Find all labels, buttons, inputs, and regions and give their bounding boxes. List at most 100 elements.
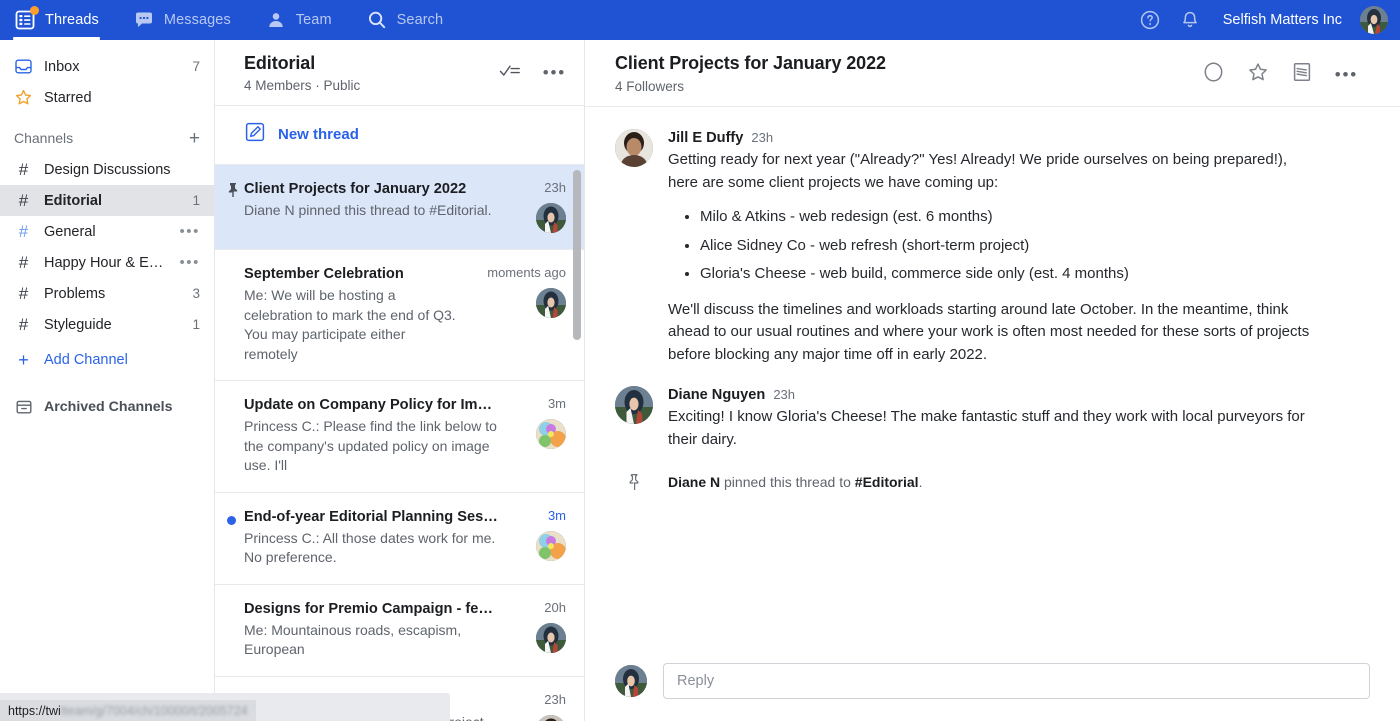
sidebar-item-inbox[interactable]: Inbox 7 — [0, 51, 214, 82]
message-time: 23h — [751, 130, 773, 145]
list-item: Milo & Atkins - web redesign (est. 6 mon… — [700, 206, 1370, 229]
thread-item-avatar — [536, 715, 566, 721]
add-channel-label: Add Channel — [44, 352, 200, 368]
thread-list-title-block: Editorial 4 Members · Public — [244, 53, 499, 93]
hash-icon: # — [14, 192, 33, 209]
threads-unread-badge — [30, 6, 39, 15]
sidebar-item-happy-hour-events[interactable]: # Happy Hour & Events ••• — [0, 247, 214, 278]
page-title: Client Projects for January 2022 — [615, 53, 1203, 74]
more-options-icon[interactable]: ••• — [543, 68, 566, 78]
sidebar-channel-label: Styleguide — [44, 317, 181, 333]
star-icon — [14, 88, 33, 107]
system-event-row: Diane N pinned this thread to #Editorial… — [615, 473, 1370, 491]
list-item: Alice Sidney Co - web refresh (short-ter… — [700, 235, 1370, 258]
team-icon — [265, 9, 287, 31]
sidebar-item-inbox-label: Inbox — [44, 59, 181, 75]
thread-detail-panel: Client Projects for January 2022 4 Follo… — [585, 40, 1400, 721]
app-root: Threads Messages — [0, 0, 1400, 721]
inbox-icon — [14, 57, 33, 76]
thread-list-scroll-area: Client Projects for January 2022 Diane N… — [215, 165, 584, 721]
thread-list-item[interactable]: September Celebration Me: We will be hos… — [215, 250, 584, 381]
sidebar-item-editorial[interactable]: # Editorial 1 — [0, 185, 214, 216]
message-author: Jill E Duffy — [668, 130, 743, 146]
thread-item-avatar — [536, 419, 566, 449]
sidebar-item-starred[interactable]: Starred — [0, 82, 214, 113]
new-thread-button[interactable]: New thread — [215, 106, 584, 165]
nav-tab-team[interactable]: Team — [265, 0, 332, 40]
pin-icon — [615, 473, 653, 491]
more-options-icon[interactable]: ••• — [1335, 70, 1358, 80]
thread-item-main: Client Projects for January 2022 Diane N… — [244, 180, 508, 233]
top-bar-right: Selfish Matters Inc — [1139, 6, 1400, 34]
search-icon — [366, 9, 388, 31]
help-circle-icon[interactable] — [1139, 9, 1161, 31]
sidebar-item-problems[interactable]: # Problems 3 — [0, 278, 214, 309]
message-paragraph: Exciting! I know Gloria's Cheese! The ma… — [668, 406, 1316, 451]
thread-item-time: 23h — [544, 180, 566, 195]
top-nav-items: Threads Messages — [0, 0, 477, 40]
thread-item-time: 3m — [548, 508, 566, 523]
thread-item-right: 23h — [508, 180, 566, 233]
system-event-actor: Diane N — [668, 474, 720, 490]
message-avatar — [615, 129, 653, 167]
organization-name: Selfish Matters Inc — [1223, 12, 1342, 28]
thread-item-right: 3m — [508, 396, 566, 476]
sidebar-item-archived-channels[interactable]: Archived Channels — [0, 391, 214, 422]
thread-item-avatar — [536, 623, 566, 653]
thread-item-preview: Me: Mountainous roads, escapism, Europea… — [244, 621, 498, 660]
thread-item-right: 23h — [508, 692, 566, 721]
thread-item-main: September Celebration Me: We will be hos… — [244, 265, 468, 364]
thread-list-item[interactable]: End-of-year Editorial Planning Session -… — [215, 493, 584, 585]
mark-all-read-icon[interactable] — [499, 61, 521, 84]
thread-item-avatar — [536, 531, 566, 561]
message-author: Diane Nguyen — [668, 387, 765, 403]
sidebar-item-styleguide[interactable]: # Styleguide 1 — [0, 309, 214, 340]
nav-tab-threads[interactable]: Threads — [14, 0, 99, 40]
status-bar-url: https://twitteam/g/7004/ch/10000/t/20057… — [0, 700, 256, 721]
message-avatar — [615, 386, 653, 424]
bell-icon[interactable] — [1179, 9, 1201, 31]
thread-detail-header: Client Projects for January 2022 4 Follo… — [585, 40, 1400, 107]
reply-input-wrapper[interactable] — [663, 663, 1370, 699]
sidebar-channel-count: 3 — [192, 286, 200, 301]
channel-meta: 4 Members · Public — [244, 78, 499, 93]
sidebar-channel-count: 1 — [192, 193, 200, 208]
message-paragraph: We'll discuss the timelines and workload… — [668, 299, 1316, 367]
sidebar-channel-label: Happy Hour & Events — [44, 255, 168, 271]
thread-list-item[interactable]: Update on Company Policy for Image Use P… — [215, 381, 584, 493]
thread-messages: Jill E Duffy 23h Getting ready for next … — [585, 107, 1400, 649]
thread-item-title: End-of-year Editorial Planning Session -… — [244, 508, 498, 527]
reply-input[interactable] — [677, 673, 1356, 689]
thread-item-time: moments ago — [487, 265, 566, 280]
add-channel-button[interactable]: + Add Channel — [0, 344, 214, 375]
hash-icon: # — [14, 254, 33, 271]
nav-tab-search[interactable]: Search — [366, 0, 444, 40]
avatar[interactable] — [1360, 6, 1388, 34]
sidebar-channel-label: Problems — [44, 286, 181, 302]
message-header: Jill E Duffy 23h — [668, 130, 1370, 146]
thread-item-title: September Celebration — [244, 265, 458, 284]
thread-detail-title-block: Client Projects for January 2022 4 Follo… — [615, 53, 1203, 94]
thread-item-main: End-of-year Editorial Planning Session -… — [244, 508, 508, 568]
sidebar-item-design-discussions[interactable]: # Design Discussions — [0, 154, 214, 185]
compose-icon — [244, 121, 266, 148]
add-channel-plus-icon[interactable]: + — [189, 129, 200, 148]
thread-list-header: Editorial 4 Members · Public ••• — [215, 40, 584, 106]
channel-options-icon[interactable]: ••• — [179, 228, 200, 236]
archive-icon[interactable] — [1292, 61, 1312, 88]
archived-channels-label: Archived Channels — [44, 399, 200, 415]
channel-options-icon[interactable]: ••• — [179, 259, 200, 267]
thread-list-item[interactable]: Designs for Premio Campaign - feedbac...… — [215, 585, 584, 677]
thread-list-scrollbar[interactable] — [573, 170, 581, 340]
sidebar-item-starred-label: Starred — [44, 90, 200, 106]
star-outline-icon[interactable] — [1247, 61, 1269, 88]
unread-indicator-dot — [227, 516, 236, 525]
thread-item-right: 3m — [508, 508, 566, 568]
follow-circle-icon[interactable] — [1203, 61, 1224, 88]
nav-tab-messages[interactable]: Messages — [133, 0, 231, 40]
thread-item-time: 23h — [544, 692, 566, 707]
sidebar-channel-label: General — [44, 224, 168, 240]
system-event-middle: pinned this thread to — [720, 474, 855, 490]
thread-list-item[interactable]: Client Projects for January 2022 Diane N… — [215, 165, 584, 250]
sidebar-item-general[interactable]: # General ••• — [0, 216, 214, 247]
